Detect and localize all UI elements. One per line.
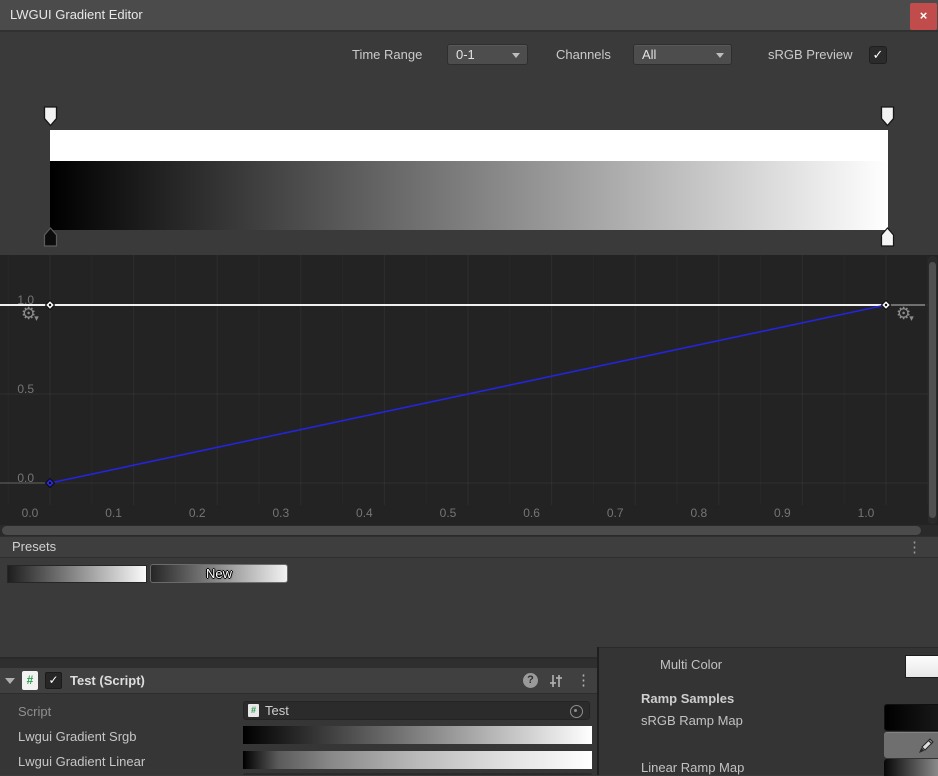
srgb-ramp-map-label: sRGB Ramp Map xyxy=(641,713,743,728)
svg-text:0.8: 0.8 xyxy=(690,506,707,520)
multi-color-swatch[interactable] xyxy=(905,655,938,678)
horizontal-scrollbar[interactable] xyxy=(0,525,938,536)
presets-section-header[interactable]: Presets ⋮ xyxy=(0,536,938,558)
titlebar-separator xyxy=(0,30,938,32)
linear-ramp-thumbnail[interactable] xyxy=(884,759,938,776)
gradient-srgb-swatch[interactable] xyxy=(243,726,592,744)
multi-color-label: Multi Color xyxy=(660,657,722,672)
svg-text:0.0: 0.0 xyxy=(22,506,39,520)
color-key-marker-left[interactable] xyxy=(43,227,58,248)
chevron-down-icon xyxy=(716,53,724,58)
svg-text:0.9: 0.9 xyxy=(774,506,791,520)
srgb-preview-label: sRGB Preview xyxy=(768,47,853,62)
material-inspector-panel: Multi Color Ramp Samples sRGB Ramp Map L… xyxy=(599,647,938,775)
csharp-script-icon: # xyxy=(22,671,38,690)
gradient-linear-swatch[interactable] xyxy=(243,751,592,769)
gradient-srgb-label: Lwgui Gradient Srgb xyxy=(18,729,137,744)
channels-value: All xyxy=(642,47,656,62)
kebab-menu-icon[interactable]: ⋮ xyxy=(907,538,922,556)
gear-caret-icon: ▾ xyxy=(909,313,914,323)
inspector-panel: # ✓ Test (Script) ? ⋮ Script # Test Lwgu… xyxy=(0,659,597,775)
srgb-preview-checkbox[interactable]: ✓ xyxy=(869,46,887,64)
object-picker-icon[interactable] xyxy=(570,705,583,718)
script-field-label: Script xyxy=(18,704,51,719)
horizontal-scrollbar-thumb[interactable] xyxy=(2,526,921,535)
edit-ramp-button[interactable] xyxy=(884,732,938,758)
color-key-marker-right[interactable] xyxy=(880,227,895,248)
preset-new-label: New xyxy=(206,566,232,581)
close-button[interactable]: × xyxy=(910,3,937,30)
linear-ramp-map-label: Linear Ramp Map xyxy=(641,760,744,775)
alpha-key-marker-left[interactable] xyxy=(43,106,58,127)
svg-text:0.3: 0.3 xyxy=(272,506,289,520)
svg-text:0.6: 0.6 xyxy=(523,506,540,520)
presets-title: Presets xyxy=(12,539,56,554)
time-range-label: Time Range xyxy=(352,47,422,62)
window-title: LWGUI Gradient Editor xyxy=(10,0,143,30)
vertical-scrollbar-thumb[interactable] xyxy=(929,262,936,518)
title-bar[interactable]: LWGUI Gradient Editor × xyxy=(0,0,938,30)
gear-icon[interactable]: ⚙▾ xyxy=(21,305,41,325)
curve-plot[interactable]: 0.00.10.20.30.40.50.60.70.80.91.01.00.50… xyxy=(0,255,938,536)
preset-swatch-new[interactable]: New xyxy=(150,564,288,583)
component-header[interactable]: # ✓ Test (Script) ? ⋮ xyxy=(0,668,597,694)
help-icon[interactable]: ? xyxy=(523,673,538,688)
pencil-icon xyxy=(884,732,938,758)
svg-text:0.2: 0.2 xyxy=(189,506,206,520)
alpha-key-marker-right[interactable] xyxy=(880,106,895,127)
csharp-script-icon: # xyxy=(248,704,259,717)
channels-dropdown[interactable]: All xyxy=(633,44,732,65)
component-enabled-checkbox[interactable]: ✓ xyxy=(45,672,62,689)
channels-label: Channels xyxy=(556,47,611,62)
gear-icon[interactable]: ⚙▾ xyxy=(896,305,916,325)
gradient-alpha-band[interactable] xyxy=(50,130,888,161)
kebab-menu-icon[interactable]: ⋮ xyxy=(576,671,591,689)
svg-text:0.4: 0.4 xyxy=(356,506,373,520)
script-field-value: Test xyxy=(265,703,289,718)
svg-text:0.5: 0.5 xyxy=(440,506,457,520)
curve-editor-panel[interactable]: 0.00.10.20.30.40.50.60.70.80.91.01.00.50… xyxy=(0,255,938,536)
gradient-linear-label: Lwgui Gradient Linear xyxy=(18,754,145,769)
component-title: Test (Script) xyxy=(70,673,145,688)
svg-text:0.0: 0.0 xyxy=(17,471,34,485)
time-range-value: 0-1 xyxy=(456,47,475,62)
srgb-ramp-thumbnail[interactable] xyxy=(884,704,938,731)
svg-text:0.1: 0.1 xyxy=(105,506,122,520)
gradient-color-band[interactable] xyxy=(50,161,888,230)
svg-text:0.5: 0.5 xyxy=(17,382,34,396)
script-object-field[interactable]: # Test xyxy=(243,701,590,720)
svg-text:1.0: 1.0 xyxy=(858,506,875,520)
presets-icon[interactable] xyxy=(548,673,564,689)
ramp-samples-header: Ramp Samples xyxy=(641,691,734,706)
vertical-scrollbar[interactable] xyxy=(928,256,937,524)
svg-text:0.7: 0.7 xyxy=(607,506,624,520)
inspector-top-strip xyxy=(0,659,597,668)
preset-swatch[interactable] xyxy=(7,565,147,583)
time-range-dropdown[interactable]: 0-1 xyxy=(447,44,528,65)
chevron-down-icon xyxy=(512,53,520,58)
foldout-arrow-icon[interactable] xyxy=(5,678,15,684)
lwgui-gradient-editor-window: { "window": { "title": "LWGUI Gradient E… xyxy=(0,0,938,775)
gear-caret-icon: ▾ xyxy=(34,313,39,323)
